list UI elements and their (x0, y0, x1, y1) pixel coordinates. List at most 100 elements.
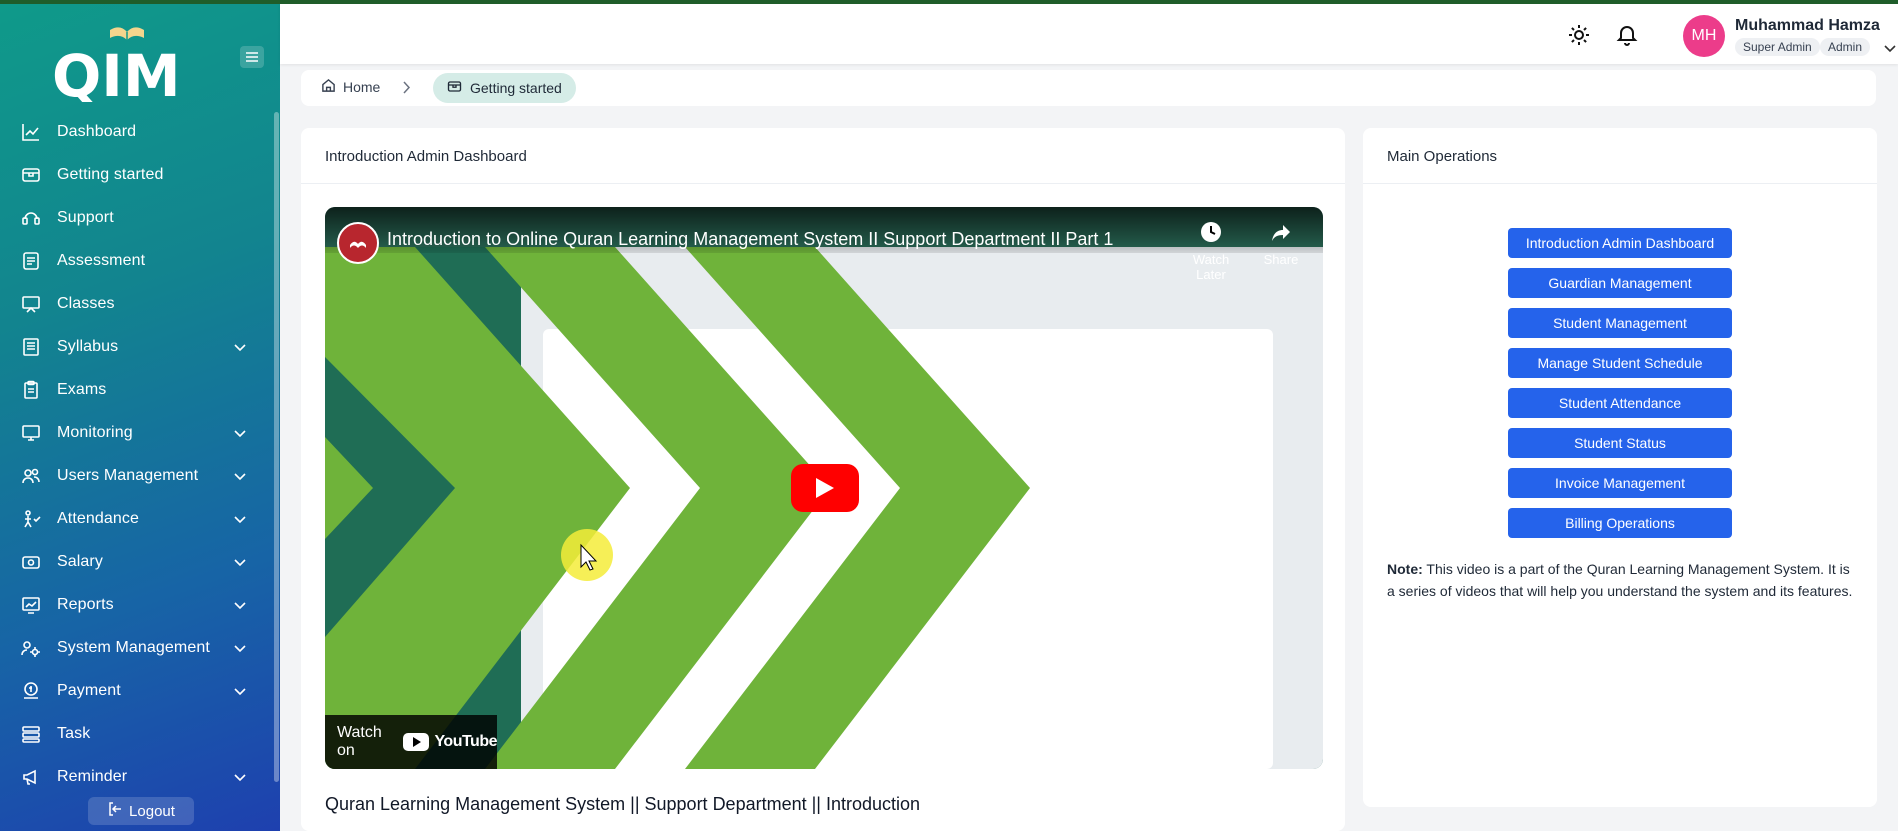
op-button-invoice-management[interactable]: Invoice Management (1508, 468, 1732, 498)
share-button[interactable]: Share (1251, 221, 1311, 267)
sidebar-item-users-management[interactable]: Users Management (0, 454, 272, 497)
watch-on-label: Watch on (337, 724, 382, 759)
card-divider (1363, 183, 1877, 184)
sidebar-item-label: Monitoring (57, 423, 133, 441)
sidebar-scrollbar[interactable] (274, 112, 279, 782)
channel-logo[interactable] (337, 222, 379, 264)
watch-later-label: Watch Later (1192, 252, 1230, 282)
breadcrumb-current-label: Getting started (470, 80, 562, 96)
sidebar-item-label: Syllabus (57, 337, 119, 355)
chevron-down-icon[interactable] (1884, 40, 1896, 58)
op-button-manage-student-schedule[interactable]: Manage Student Schedule (1508, 348, 1732, 378)
sidebar-item-task[interactable]: Task (0, 712, 272, 755)
sidebar-item-label: Dashboard (57, 122, 137, 140)
youtube-icon (403, 733, 430, 751)
bell-icon[interactable] (1614, 22, 1640, 48)
sidebar-item-payment[interactable]: Payment (0, 669, 272, 712)
breadcrumb: Home Getting started (301, 70, 1876, 106)
role-badge: Admin (1820, 38, 1871, 56)
youtube-logo: YouTube (403, 733, 497, 751)
breadcrumb-home[interactable]: Home (321, 78, 380, 96)
play-button[interactable] (791, 464, 859, 512)
note-label: Note: (1387, 561, 1423, 577)
card-divider (301, 183, 1345, 184)
chevron-down-icon (234, 597, 246, 615)
chevron-down-icon (234, 468, 246, 486)
sidebar-item-getting-started[interactable]: Getting started (0, 153, 272, 196)
box-icon (20, 164, 42, 186)
video-card-title: Introduction Admin Dashboard (325, 148, 527, 165)
sidebar-item-dashboard[interactable]: Dashboard (0, 110, 272, 153)
op-button-student-management[interactable]: Student Management (1508, 308, 1732, 338)
share-icon (1251, 221, 1311, 246)
sidebar-item-label: System Management (57, 638, 210, 656)
logo-text: QIM (52, 42, 181, 102)
sidebar-item-syllabus[interactable]: Syllabus (0, 325, 272, 368)
settings-users-icon (20, 637, 42, 659)
chevron-down-icon (234, 640, 246, 658)
video-caption: Quran Learning Management System || Supp… (325, 794, 921, 814)
sidebar-item-label: Reports (57, 595, 114, 613)
op-button-guardian-management[interactable]: Guardian Management (1508, 268, 1732, 298)
sidebar-item-label: Assessment (57, 251, 146, 269)
sidebar-item-label: Classes (57, 294, 115, 312)
sidebar-item-label: Task (57, 724, 91, 742)
logout-button[interactable]: Logout (88, 797, 194, 825)
sidebar-item-monitoring[interactable]: Monitoring (0, 411, 272, 454)
chevron-down-icon (234, 425, 246, 443)
monitor-icon (20, 422, 42, 444)
note-text: Note: This video is a part of the Quran … (1387, 558, 1853, 602)
document-icon (20, 250, 42, 272)
sun-icon[interactable] (1566, 22, 1592, 48)
logout-label: Logout (129, 802, 175, 820)
operations-card: Main Operations Introduction Admin Dashb… (1363, 128, 1877, 807)
sidebar-item-attendance[interactable]: Attendance (0, 497, 272, 540)
video-card: Introduction Admin Dashboard Introductio… (301, 128, 1345, 831)
watch-later-button[interactable]: Watch Later (1181, 221, 1241, 282)
chevron-down-icon (234, 554, 246, 572)
salary-icon (20, 551, 42, 573)
sidebar-item-label: Attendance (57, 509, 139, 527)
top-header: MH Muhammad Hamza Super Admin Admin (280, 4, 1898, 64)
logo[interactable]: QIM (52, 16, 202, 110)
video-title[interactable]: Introduction to Online Quran Learning Ma… (387, 229, 1113, 250)
sidebar-item-label: Exams (57, 380, 107, 398)
chevron-down-icon (234, 683, 246, 701)
sidebar-item-salary[interactable]: Salary (0, 540, 272, 583)
sidebar-item-system-management[interactable]: System Management (0, 626, 272, 669)
watch-on-youtube-button[interactable]: Watch on YouTube (325, 715, 497, 769)
megaphone-icon (20, 766, 42, 788)
avatar-initials: MH (1691, 27, 1717, 44)
op-button-introduction-admin-dashboard[interactable]: Introduction Admin Dashboard (1508, 228, 1732, 258)
menu-toggle-button[interactable] (240, 46, 264, 68)
clock-icon (1181, 221, 1241, 246)
sidebar-item-reminder[interactable]: Reminder (0, 755, 272, 798)
presentation-icon (20, 293, 42, 315)
video-player[interactable]: Introduction to Online Quran Learning Ma… (325, 207, 1323, 769)
breadcrumb-home-label: Home (343, 79, 381, 95)
chevron-right-icon (403, 81, 411, 99)
operations-card-title: Main Operations (1387, 148, 1498, 165)
sidebar-item-label: Salary (57, 552, 103, 570)
play-icon (816, 478, 834, 498)
breadcrumb-current[interactable]: Getting started (433, 73, 576, 103)
chevron-down-icon (234, 511, 246, 529)
sidebar-item-exams[interactable]: Exams (0, 368, 272, 411)
chevron-down-icon (234, 339, 246, 357)
op-button-billing-operations[interactable]: Billing Operations (1508, 508, 1732, 538)
note-body: This video is a part of the Quran Learni… (1387, 561, 1853, 599)
users-icon (20, 465, 42, 487)
sidebar-item-reports[interactable]: Reports (0, 583, 272, 626)
chevron-down-icon (234, 769, 246, 787)
share-label: Share (1263, 252, 1299, 267)
user-name[interactable]: Muhammad Hamza (1735, 17, 1880, 35)
sidebar-item-assessment[interactable]: Assessment (0, 239, 272, 282)
sidebar-item-label: Getting started (57, 165, 164, 183)
avatar[interactable]: MH (1683, 15, 1725, 57)
sidebar-item-classes[interactable]: Classes (0, 282, 272, 325)
youtube-label: YouTube (434, 733, 497, 750)
op-button-student-attendance[interactable]: Student Attendance (1508, 388, 1732, 418)
box-icon (447, 79, 462, 97)
op-button-student-status[interactable]: Student Status (1508, 428, 1732, 458)
sidebar-item-support[interactable]: Support (0, 196, 272, 239)
